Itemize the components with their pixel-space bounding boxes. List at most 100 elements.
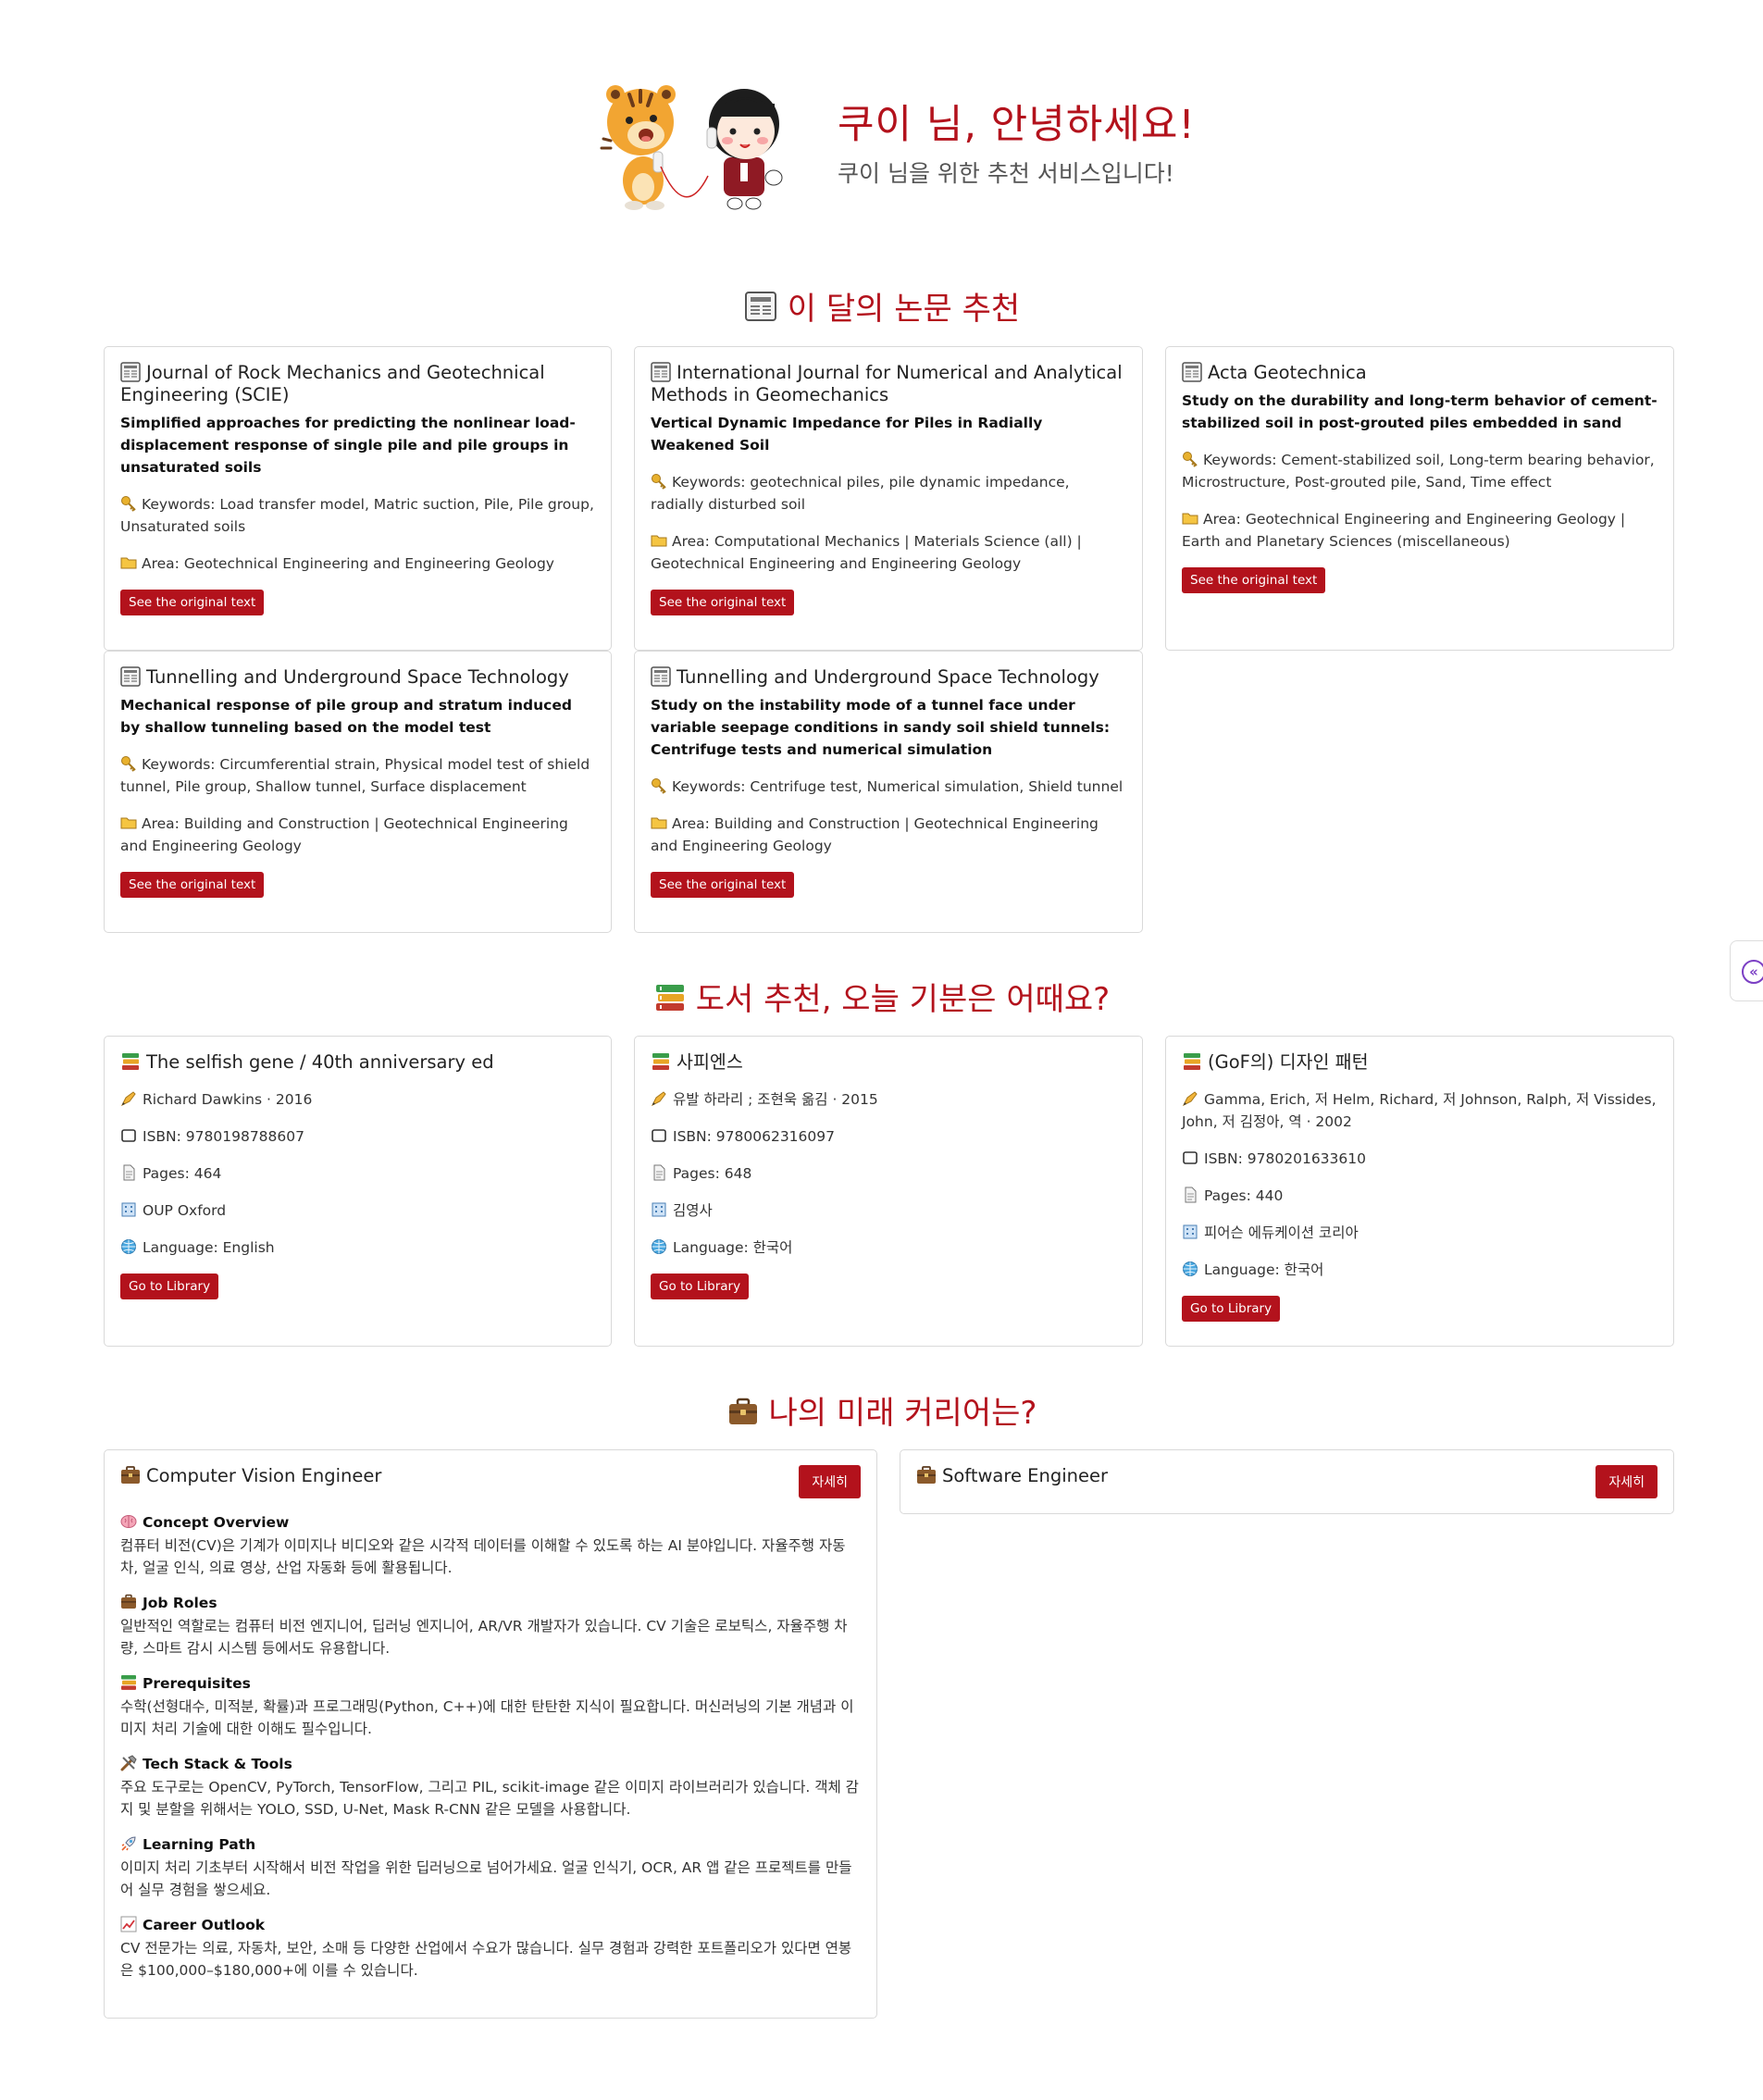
paper-card: International Journal for Numerical and … — [634, 346, 1143, 651]
page-icon — [653, 1164, 665, 1181]
paper-title: Simplified approaches for predicting the… — [120, 415, 576, 476]
writing-hand-icon — [651, 1091, 666, 1107]
paper-area: Area: Geotechnical Engineering and Engin… — [1182, 511, 1626, 550]
paper-keywords: Keywords: Centrifuge test, Numerical sim… — [672, 778, 1124, 795]
paper-card: Tunnelling and Underground Space Technol… — [104, 651, 612, 933]
career-card: Software Engineer 자세히 — [900, 1449, 1674, 1514]
career-card: Computer Vision Engineer 자세히 Concept Ove… — [104, 1449, 877, 2019]
go-to-library-button[interactable]: Go to Library — [1182, 1296, 1281, 1322]
briefcase-icon — [917, 1466, 936, 1484]
book-pages: Pages: 440 — [1204, 1187, 1284, 1204]
see-original-button[interactable]: See the original text — [651, 872, 795, 898]
newspaper-icon — [1182, 362, 1202, 382]
section-heading: Career Outlook — [143, 1917, 266, 1933]
section-heading: Tech Stack & Tools — [143, 1756, 292, 1772]
details-button[interactable]: 자세히 — [1595, 1465, 1657, 1498]
greeting-title: 쿠이 님, 안녕하세요! — [838, 102, 1196, 148]
greeting-subtitle: 쿠이 님을 위한 추천 서비스입니다! — [838, 160, 1174, 187]
books-section-title: 도서 추천, 오늘 기분은 어때요? — [0, 974, 1763, 1019]
folder-icon — [651, 817, 667, 829]
briefcase-icon — [728, 1398, 757, 1424]
books-icon — [1184, 1053, 1200, 1070]
side-panel-toggle[interactable]: « — [1730, 940, 1763, 1001]
book-isbn: ISBN: 9780062316097 — [673, 1128, 835, 1145]
folder-icon — [651, 535, 667, 547]
key-icon — [652, 778, 666, 794]
book-publisher: OUP Oxford — [143, 1202, 227, 1219]
section-body: 이미지 처리 기초부터 시작해서 비전 작업을 위한 딥러닝으로 넘어가세요. … — [120, 1859, 852, 1898]
book-title: (GoF의) 디자인 패턴 — [1208, 1051, 1369, 1073]
section-body: 일반적인 역할로는 컴퓨터 비전 엔지니어, 딥러닝 엔지니어, AR/VR 개… — [120, 1618, 848, 1657]
see-original-button[interactable]: See the original text — [651, 590, 795, 615]
folder-icon — [120, 557, 137, 569]
newspaper-icon — [120, 362, 141, 382]
globe-icon — [121, 1239, 136, 1254]
paper-keywords: Keywords: Cement-stabilized soil, Long-t… — [1182, 452, 1655, 491]
book-isbn: ISBN: 9780198788607 — [143, 1128, 304, 1145]
folder-icon — [120, 817, 137, 829]
book-language: Language: 한국어 — [1204, 1261, 1324, 1278]
careers-section-title: 나의 미래 커리어는? — [0, 1387, 1763, 1433]
building-icon — [121, 1202, 136, 1217]
book-card: (GoF의) 디자인 패턴 Gamma, Erich, 저 Helm, Rich… — [1165, 1036, 1674, 1347]
brain-icon — [120, 1515, 137, 1528]
book-publisher: 김영사 — [673, 1202, 713, 1219]
paper-keywords: Keywords: Circumferential strain, Physic… — [120, 756, 590, 795]
key-icon — [121, 756, 136, 772]
newspaper-icon — [744, 292, 776, 321]
section-heading: Learning Path — [143, 1836, 256, 1853]
details-button[interactable]: 자세히 — [799, 1465, 861, 1498]
paper-title: Study on the durability and long-term be… — [1182, 392, 1657, 431]
papers-section-label: 이 달의 논문 추천 — [787, 291, 1021, 328]
briefcase-icon — [121, 1466, 140, 1484]
book-language: Language: 한국어 — [673, 1239, 793, 1256]
tools-icon — [120, 1755, 137, 1771]
see-original-button[interactable]: See the original text — [1182, 567, 1326, 593]
writing-hand-icon — [1182, 1091, 1198, 1107]
books-icon — [652, 1053, 669, 1070]
building-icon — [1183, 1224, 1198, 1239]
mascot-illustration — [600, 85, 783, 210]
isbn-icon — [652, 1129, 666, 1142]
paper-card: Tunnelling and Underground Space Technol… — [634, 651, 1143, 933]
chart-icon — [120, 1916, 137, 1932]
book-author: Richard Dawkins · 2016 — [143, 1091, 313, 1108]
page-icon — [1185, 1187, 1197, 1203]
career-title: Software Engineer — [942, 1465, 1109, 1486]
go-to-library-button[interactable]: Go to Library — [120, 1274, 219, 1299]
key-icon — [652, 474, 666, 490]
paper-card: Journal of Rock Mechanics and Geotechnic… — [104, 346, 612, 651]
see-original-button[interactable]: See the original text — [120, 590, 265, 615]
paper-keywords: Keywords: Load transfer model, Matric su… — [120, 496, 594, 535]
book-title: 사피엔스 — [677, 1051, 743, 1073]
page-icon — [123, 1164, 135, 1181]
journal-name: Acta Geotechnica — [1208, 362, 1367, 383]
newspaper-icon — [120, 666, 141, 687]
globe-icon — [652, 1239, 666, 1254]
girl-mascot — [706, 89, 783, 210]
hero: 쿠이 님, 안녕하세요! 쿠이 님을 위한 추천 서비스입니다! — [592, 74, 1240, 213]
paper-title: Mechanical response of pile group and st… — [120, 697, 572, 736]
double-chevron-left-icon: « — [1742, 960, 1763, 984]
section-body: CV 전문가는 의료, 자동차, 보안, 소매 등 다양한 산업에서 수요가 많… — [120, 1940, 852, 1979]
see-original-button[interactable]: See the original text — [120, 872, 265, 898]
book-pages: Pages: 648 — [673, 1165, 752, 1182]
paper-title: Study on the instability mode of a tunne… — [651, 697, 1111, 758]
go-to-library-button[interactable]: Go to Library — [651, 1274, 750, 1299]
paper-area: Area: Geotechnical Engineering and Engin… — [142, 555, 554, 572]
section-body: 컴퓨터 비전(CV)은 기계가 이미지나 비디오와 같은 시각적 데이터를 이해… — [120, 1537, 846, 1576]
tiger-mascot — [600, 85, 676, 210]
newspaper-icon — [651, 666, 671, 687]
books-icon — [655, 985, 684, 1011]
paper-area: Area: Computational Mechanics | Material… — [651, 533, 1082, 572]
section-body: 수학(선형대수, 미적분, 확률)과 프로그래밍(Python, C++)에 대… — [120, 1698, 854, 1737]
paper-area: Area: Building and Construction | Geotec… — [651, 815, 1099, 854]
writing-hand-icon — [120, 1091, 136, 1107]
books-icon — [122, 1053, 139, 1070]
section-heading: Prerequisites — [143, 1675, 251, 1692]
journal-name: Journal of Rock Mechanics and Geotechnic… — [120, 362, 545, 405]
book-isbn: ISBN: 9780201633610 — [1204, 1150, 1366, 1167]
journal-name: Tunnelling and Underground Space Technol… — [146, 666, 569, 688]
isbn-icon — [121, 1129, 136, 1142]
paper-keywords: Keywords: geotechnical piles, pile dynam… — [651, 474, 1070, 513]
